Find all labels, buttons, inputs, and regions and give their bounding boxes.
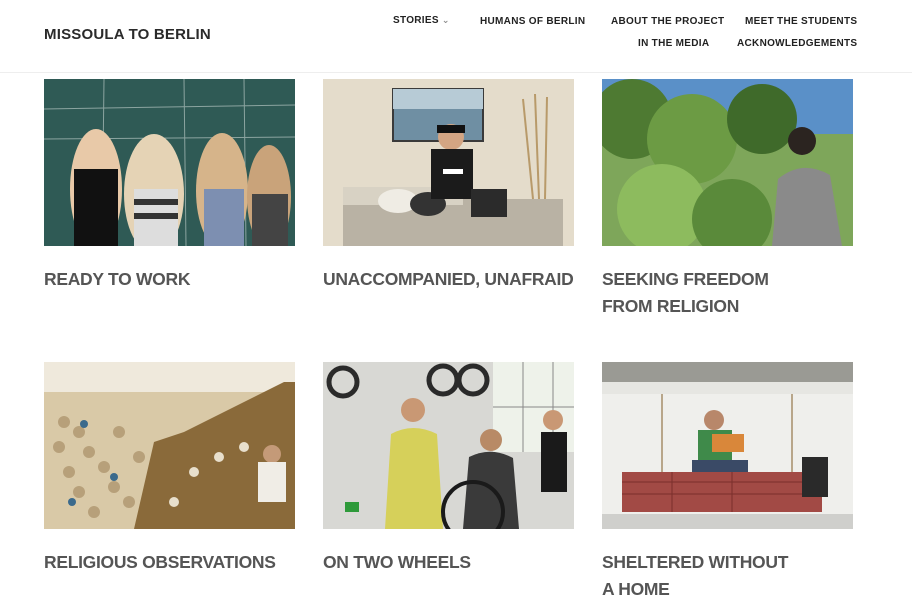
story-title[interactable]: SHELTERED WITHOUT A HOME [602,549,802,603]
story-card: ON TWO WHEELS [323,362,574,576]
nav-humans-of-berlin[interactable]: HUMANS OF BERLIN [480,16,585,27]
story-title[interactable]: UNACCOMPANIED, UNAFRAID [323,266,574,293]
young-man-on-couch-photo[interactable] [323,79,574,246]
nav-about-the-project[interactable]: ABOUT THE PROJECT [611,16,724,27]
site-title-link[interactable]: MISSOULA TO BERLIN [44,26,211,43]
story-card: RELIGIOUS OBSERVATIONS [44,362,295,576]
classroom-chalkboard-photo[interactable] [44,79,295,246]
nav-stories-label: STORIES [393,15,439,26]
bike-workshop-photo[interactable] [323,362,574,529]
classroom-chalkboard-image [44,79,295,246]
reading-on-cot-photo[interactable] [602,362,853,529]
bike-workshop-image [323,362,574,529]
story-title[interactable]: READY TO WORK [44,266,295,293]
young-man-on-couch-image [323,79,574,246]
nav-acknowledgements[interactable]: ACKNOWLEDGEMENTS [737,38,857,49]
story-card: UNACCOMPANIED, UNAFRAID [323,79,574,293]
reading-on-cot-image [602,362,853,529]
story-title[interactable]: SEEKING FREEDOM FROM RELIGION [602,266,802,320]
nav-stories[interactable]: STORIES ⌄ [393,15,450,26]
site-header: MISSOULA TO BERLIN STORIES ⌄ HUMANS OF BE… [0,0,912,73]
man-in-garden-photo[interactable] [602,79,853,246]
mosque-prayer-image [44,362,295,529]
story-card: SEEKING FREEDOM FROM RELIGION [602,79,853,320]
chevron-down-icon: ⌄ [441,15,450,25]
man-in-garden-image [602,79,853,246]
nav-in-the-media[interactable]: IN THE MEDIA [638,38,709,49]
mosque-prayer-photo[interactable] [44,362,295,529]
nav-meet-the-students[interactable]: MEET THE STUDENTS [745,16,857,27]
story-title[interactable]: RELIGIOUS OBSERVATIONS [44,549,295,576]
story-title[interactable]: ON TWO WHEELS [323,549,574,576]
story-card: SHELTERED WITHOUT A HOME [602,362,853,603]
story-card: READY TO WORK [44,79,295,293]
